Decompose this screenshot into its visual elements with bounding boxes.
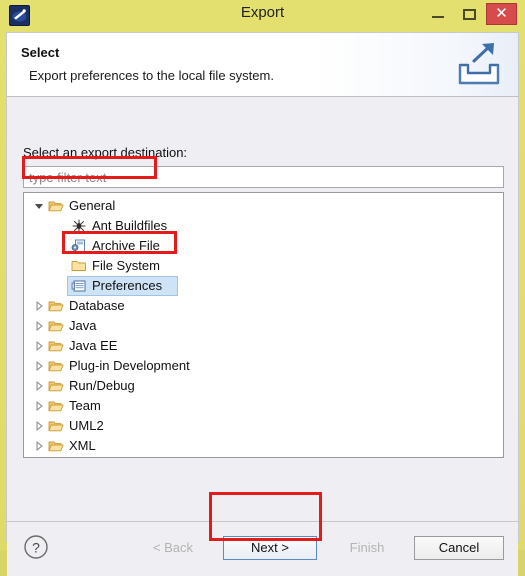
title-bar: Export ✕	[0, 0, 525, 32]
tree-item-label: General	[69, 198, 116, 213]
maximize-icon	[463, 9, 476, 20]
preferences-tree-row[interactable]: Preferences	[24, 276, 503, 296]
chevron-down-icon[interactable]	[32, 196, 46, 216]
chevron-right-icon[interactable]	[32, 416, 46, 436]
export-dialog-window: Export ✕ Select Export preferences to th…	[0, 0, 525, 576]
tree-item-label: Database	[69, 298, 125, 313]
open-folder-icon	[48, 378, 64, 394]
maximize-button[interactable]	[455, 3, 484, 25]
open-folder-icon	[48, 438, 64, 454]
chevron-right-icon[interactable]	[32, 296, 46, 316]
dialog-content: Select Export preferences to the local f…	[6, 32, 519, 576]
tree-item-label: Team	[69, 398, 101, 413]
open-folder-icon	[48, 298, 64, 314]
ant-icon	[71, 218, 87, 234]
chevron-right-icon[interactable]	[32, 336, 46, 356]
tree-item-label: UML2	[69, 418, 104, 433]
open-folder-icon	[48, 318, 64, 334]
chevron-right-icon[interactable]	[32, 316, 46, 336]
chevron-right-icon[interactable]	[32, 396, 46, 416]
open-folder-icon	[48, 358, 64, 374]
destination-label: Select an export destination:	[23, 145, 188, 160]
folder-icon	[71, 258, 87, 274]
close-icon: ✕	[495, 5, 508, 22]
next-button[interactable]: Next >	[223, 536, 317, 560]
uml2-tree-row[interactable]: UML2	[24, 416, 503, 436]
wizard-body: Select an export destination: General Ant…	[7, 98, 518, 521]
tree-item-label: Java	[69, 318, 97, 333]
close-button[interactable]: ✕	[486, 3, 517, 25]
java-ee-tree-row[interactable]: Java EE	[24, 336, 503, 356]
run-debug-tree-row[interactable]: Run/Debug	[24, 376, 503, 396]
page-description: Export preferences to the local file sys…	[29, 68, 274, 83]
tree-item-label: XML	[69, 438, 96, 453]
open-folder-icon	[48, 398, 64, 414]
team-tree-row[interactable]: Team	[24, 396, 503, 416]
chevron-right-icon[interactable]	[32, 436, 46, 456]
tree-item-label: Java EE	[69, 338, 118, 353]
tree-item-label: File System	[92, 258, 160, 273]
open-folder-icon	[48, 338, 64, 354]
open-folder-icon	[48, 198, 64, 214]
tree-item-label: Plug-in Development	[69, 358, 190, 373]
help-icon[interactable]: ?	[23, 534, 49, 560]
export-destination-tree[interactable]: General Ant Buildfiles Archive File File Sy…	[23, 192, 504, 458]
minimize-button[interactable]	[424, 3, 453, 25]
xml-tree-row[interactable]: XML	[24, 436, 503, 456]
svg-text:?: ?	[32, 540, 40, 556]
back-button[interactable]: < Back	[129, 536, 217, 560]
filter-input[interactable]	[23, 166, 504, 188]
general-tree-row[interactable]: General	[24, 196, 503, 216]
archive-file-tree-row[interactable]: Archive File	[24, 236, 503, 256]
open-folder-icon	[48, 418, 64, 434]
wizard-footer: ? < Back Next > Finish Cancel	[7, 521, 518, 576]
export-wizard-icon	[452, 39, 506, 91]
minimize-icon	[432, 16, 444, 18]
wizard-header: Select Export preferences to the local f…	[7, 33, 518, 97]
tree-item-label: Run/Debug	[69, 378, 135, 393]
preferences-icon	[71, 278, 87, 294]
archive-file-icon	[71, 238, 87, 254]
tree-list: General Ant Buildfiles Archive File File Sy…	[24, 196, 503, 456]
file-system-tree-row[interactable]: File System	[24, 256, 503, 276]
page-title: Select	[21, 45, 60, 60]
cancel-button[interactable]: Cancel	[414, 536, 504, 560]
tree-item-label: Preferences	[92, 278, 163, 293]
finish-button[interactable]: Finish	[323, 536, 411, 560]
tree-item-label: Ant Buildfiles	[92, 218, 168, 233]
tree-item-label: Archive File	[92, 238, 160, 253]
java-tree-row[interactable]: Java	[24, 316, 503, 336]
chevron-right-icon[interactable]	[32, 376, 46, 396]
chevron-right-icon[interactable]	[32, 356, 46, 376]
database-tree-row[interactable]: Database	[24, 296, 503, 316]
ant-buildfiles-tree-row[interactable]: Ant Buildfiles	[24, 216, 503, 236]
plug-in-development-tree-row[interactable]: Plug-in Development	[24, 356, 503, 376]
